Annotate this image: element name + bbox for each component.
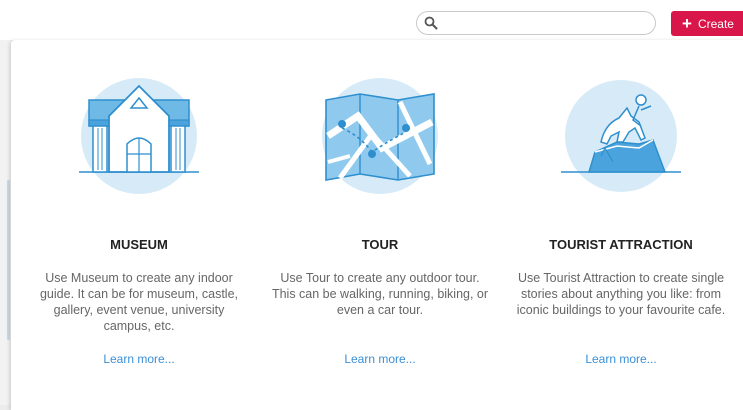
tourist-attraction-description: Use Tourist Attraction to create single …: [516, 271, 726, 317]
map-icon: [322, 78, 438, 194]
create-button[interactable]: + Create: [671, 11, 743, 36]
create-dropdown-panel: MUSEUM Use Museum to create any indoor g…: [11, 40, 743, 410]
background-accent: [7, 180, 10, 340]
museum-learn-more-link[interactable]: Learn more...: [19, 352, 259, 366]
background-page: [0, 40, 11, 405]
museum-icon: [79, 78, 199, 194]
tour-title: TOUR: [361, 237, 399, 252]
tourist-attraction-learn-more-link[interactable]: Learn more...: [501, 352, 741, 366]
search-input[interactable]: [441, 14, 650, 34]
tour-learn-more-link[interactable]: Learn more...: [260, 352, 500, 366]
plus-icon: +: [682, 14, 692, 33]
tour-description: Use Tour to create any outdoor tour. Thi…: [271, 271, 489, 317]
tourist-attraction-title: TOURIST ATTRACTION: [549, 237, 693, 252]
museum-title: MUSEUM: [110, 237, 168, 252]
create-label: Create: [697, 17, 734, 31]
statue-icon: [561, 80, 681, 192]
museum-description: Use Museum to create any indoor guide. I…: [39, 271, 239, 333]
top-bar: + Create: [0, 0, 743, 40]
search-box[interactable]: [416, 11, 656, 35]
search-icon: [424, 16, 438, 30]
